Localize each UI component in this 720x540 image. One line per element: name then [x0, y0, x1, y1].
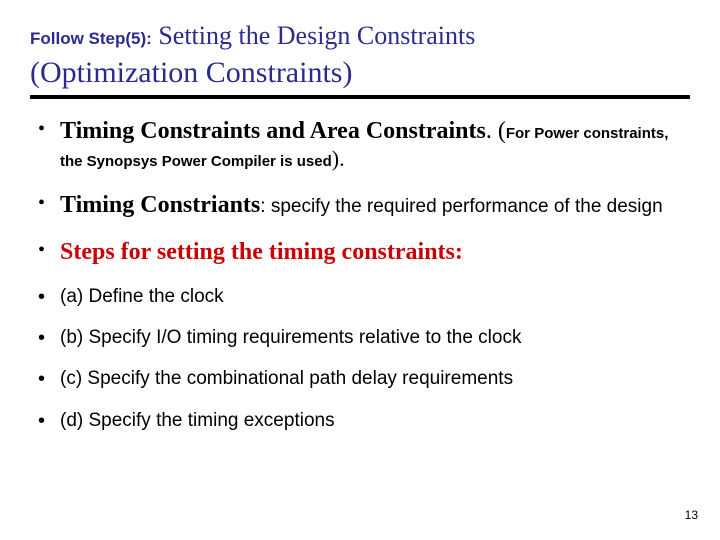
bullet-2-tail: : specify the required performance of th… [260, 196, 662, 217]
sub-bullet-d: (d) Specify the timing exceptions [38, 409, 690, 432]
bullet-3-text: Steps for setting the timing constraints… [60, 239, 463, 265]
slide-title: Follow Step(5): Setting the Design Const… [30, 20, 690, 91]
bullet-2: Timing Constriants: specify the required… [38, 191, 690, 220]
bullet-1-head: Timing Constraints and Area Constraints [60, 118, 486, 144]
bullet-1: Timing Constraints and Area Constraints.… [38, 117, 690, 173]
bullet-1-tail1: . ( [486, 118, 506, 144]
title-main-1: Setting the Design Constraints [158, 21, 475, 50]
title-line-2: (Optimization Constraints) [30, 55, 690, 91]
sub-bullet-b: (b) Specify I/O timing requirements rela… [38, 326, 690, 349]
bullet-2-head: Timing Constriants [60, 192, 260, 218]
sub-bullet-c: (c) Specify the combinational path delay… [38, 367, 690, 390]
bullet-3: Steps for setting the timing constraints… [38, 238, 690, 267]
sub-bullet-a: (a) Define the clock [38, 285, 690, 308]
bullet-1-tail2: ). [332, 146, 345, 171]
page-number: 13 [685, 508, 698, 522]
bullet-list: Timing Constraints and Area Constraints.… [30, 117, 690, 432]
title-prefix: Follow Step(5): [30, 29, 152, 48]
title-line-1: Follow Step(5): Setting the Design Const… [30, 20, 690, 53]
title-underline [30, 95, 690, 99]
